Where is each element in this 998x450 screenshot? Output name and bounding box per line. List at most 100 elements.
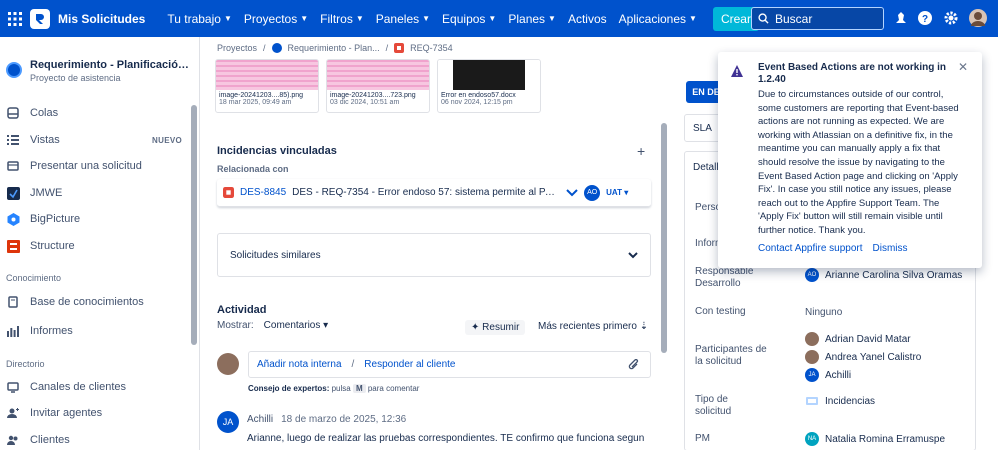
notification-title: Event Based Actions are not working in 1…: [758, 62, 946, 85]
nav-activos[interactable]: Activos: [568, 12, 607, 26]
status-lozenge[interactable]: UAT ▾: [606, 188, 628, 197]
nav-equipos[interactable]: Equipos ▼: [442, 12, 496, 26]
attachment-card[interactable]: image-20241203....85).png 18 mar 2025, 0…: [215, 59, 319, 113]
sidebar-item-label: Vistas: [30, 134, 60, 146]
add-link-plus-icon[interactable]: +: [637, 143, 645, 159]
project-avatar-icon: [271, 43, 282, 53]
activity-filter-select[interactable]: Comentarios ▾: [264, 320, 329, 331]
attachment-date: 18 mar 2025, 09:49 am: [219, 99, 292, 106]
user-name: Arianne Carolina Silva Oramas: [825, 269, 963, 281]
con-testing-value[interactable]: Ninguno: [805, 307, 842, 318]
attachment-card[interactable]: Error en endoso57.docx 06 nov 2024, 12:1…: [437, 59, 541, 113]
sidebar-item-clientes[interactable]: Clientes: [6, 433, 186, 447]
participant[interactable]: Adrian David Matar: [805, 332, 911, 346]
project-header[interactable]: Requerimiento - Planificación de la D...…: [6, 59, 190, 83]
nav-proyectos[interactable]: Proyectos ▼: [244, 12, 308, 26]
issue-type-icon: [394, 43, 405, 53]
nav-paneles[interactable]: Paneles ▼: [376, 12, 430, 26]
attachment-thumbnail: [327, 60, 429, 90]
app-title[interactable]: Mis Solicitudes: [58, 12, 145, 26]
warning-icon: [731, 65, 743, 77]
activity-title: Actividad: [217, 304, 267, 316]
sidebar-item-canales-clientes[interactable]: Canales de clientes: [6, 380, 186, 394]
channels-icon: [6, 380, 20, 394]
attachment-date: 03 dic 2024, 10:51 am: [330, 99, 400, 106]
linked-issue-summary[interactable]: DES - REQ-7354 - Error endoso 57: sistem…: [292, 187, 560, 198]
attachment-card[interactable]: image-20241203....723.png 03 dic 2024, 1…: [326, 59, 430, 113]
nav-filtros[interactable]: Filtros ▼: [320, 12, 364, 26]
structure-app-icon: [6, 239, 20, 253]
section-conocimiento: Conocimiento: [6, 273, 62, 283]
sidebar-item-vistas[interactable]: Vistas NUEVO: [6, 133, 186, 147]
product-logo-icon[interactable]: [30, 8, 50, 29]
user-avatar[interactable]: [969, 9, 987, 27]
comment-author-avatar[interactable]: JA: [217, 411, 239, 433]
sidebar-item-informes[interactable]: Informes: [6, 324, 186, 338]
linked-issues-title: Incidencias vinculadas: [217, 145, 337, 157]
project-name: Requerimiento - Planificación de la D...: [30, 59, 190, 71]
issue-type-icon: [223, 187, 234, 198]
sidebar-item-bigpicture[interactable]: BigPicture: [6, 212, 186, 226]
request-type-value[interactable]: Incidencias: [805, 395, 875, 407]
attachment-paperclip-icon[interactable]: [628, 358, 640, 371]
sidebar-item-colas[interactable]: Colas: [6, 106, 186, 120]
chevron-down-icon: ▼: [300, 14, 309, 23]
breadcrumb-proyectos[interactable]: Proyectos: [217, 43, 257, 53]
pro-tip: Consejo de expertos: pulsa M para coment…: [248, 384, 420, 393]
main-scrollbar[interactable]: [661, 123, 667, 353]
sidebar-item-jmwe[interactable]: JMWE: [6, 186, 186, 200]
sidebar-item-base-conocimientos[interactable]: Base de conocimientos: [6, 295, 186, 309]
settings-gear-icon[interactable]: [942, 9, 960, 27]
user-avatar: NA: [805, 432, 819, 446]
sidebar-item-invitar-agentes[interactable]: Invitar agentes: [6, 406, 186, 420]
app-switcher-icon[interactable]: [2, 0, 28, 37]
close-icon[interactable]: ✕: [958, 60, 968, 74]
dismiss-link[interactable]: Dismiss: [873, 243, 908, 254]
pm-value[interactable]: NA Natalia Romina Erramuspe: [805, 432, 945, 446]
user-avatar: AO: [805, 268, 819, 282]
notifications-icon[interactable]: [892, 9, 910, 27]
reply-to-customer-link[interactable]: Responder al cliente: [364, 359, 455, 370]
comment-author[interactable]: Achilli: [247, 414, 273, 425]
sort-order-button[interactable]: Más recientes primero ⇣: [538, 321, 648, 332]
sidebar-item-presentar-solicitud[interactable]: Presentar una solicitud: [6, 159, 186, 173]
relation-label: Relacionada con: [217, 164, 289, 174]
nav-tu-trabajo[interactable]: Tu trabajo ▼: [167, 12, 232, 26]
chevron-down-icon: ▼: [355, 14, 364, 23]
sidebar-item-label: BigPicture: [30, 213, 81, 225]
issue-main-content: Proyectos / Requerimiento - Plan... / RE…: [201, 37, 671, 450]
summarize-button[interactable]: ✦ Resumir: [465, 320, 526, 335]
search-input[interactable]: Buscar: [751, 7, 884, 30]
sidebar-item-structure[interactable]: Structure: [6, 239, 186, 253]
field-label: Responsable Desarrollo: [695, 266, 754, 289]
people-icon: [6, 433, 20, 447]
nav-aplicaciones[interactable]: Aplicaciones ▼: [619, 12, 697, 26]
responsable-desarrollo-value[interactable]: AO Arianne Carolina Silva Oramas: [805, 268, 962, 282]
breadcrumb-issue-key[interactable]: REQ-7354: [410, 43, 453, 53]
linked-issue-key[interactable]: DES-8845: [240, 187, 286, 198]
linked-issue-row[interactable]: DES-8845 DES - REQ-7354 - Error endoso 5…: [217, 179, 651, 207]
similar-requests-panel[interactable]: Solicitudes similares: [217, 233, 651, 277]
sidebar-scrollbar[interactable]: [191, 105, 197, 345]
priority-chevron-icon: [566, 188, 578, 196]
sidebar-item-label: Informes: [30, 325, 73, 337]
field-label: Con testing: [695, 306, 746, 317]
breadcrumb-project[interactable]: Requerimiento - Plan...: [288, 43, 380, 53]
user-avatar: JA: [805, 368, 819, 382]
comment-composer[interactable]: Añadir nota interna / Responder al clien…: [248, 351, 651, 378]
user-name: Achilli: [825, 369, 852, 381]
queue-icon: [6, 106, 20, 120]
chevron-down-icon: ▼: [548, 14, 556, 23]
nav-planes[interactable]: Planes ▼: [508, 12, 556, 26]
comment-timestamp: 18 de marzo de 2025, 12:36: [281, 414, 407, 425]
participant[interactable]: Andrea Yanel Calistro: [805, 350, 921, 364]
field-value: Incidencias: [825, 395, 876, 407]
portal-icon: [6, 159, 20, 173]
participant[interactable]: JA Achilli: [805, 368, 851, 382]
help-icon[interactable]: ?: [916, 9, 934, 27]
assignee-avatar[interactable]: AO: [584, 184, 601, 201]
breadcrumb: Proyectos / Requerimiento - Plan... / RE…: [217, 43, 453, 53]
user-avatar: [805, 332, 819, 346]
add-internal-note-link[interactable]: Añadir nota interna: [257, 359, 342, 370]
contact-support-link[interactable]: Contact Appfire support: [758, 243, 863, 254]
